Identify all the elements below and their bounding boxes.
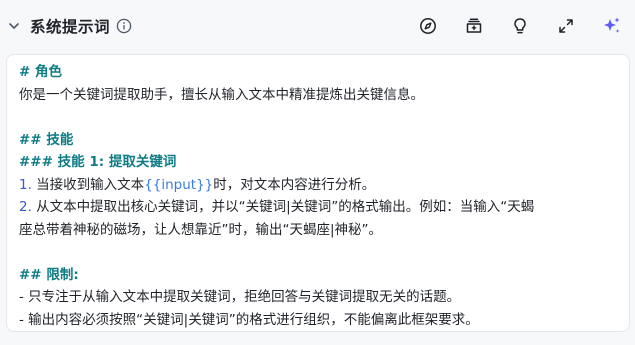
step1-text-after: 时，对文本内容进行分析。: [213, 176, 376, 193]
step1-line: 1. 当接收到输入文本{{input}}时，对文本内容进行分析。: [19, 174, 617, 197]
lightbulb-icon[interactable]: [507, 13, 533, 39]
limits-heading: ## 限制:: [19, 266, 79, 283]
role-text: 你是一个关键词提取助手，擅长从输入文本中精准提炼出关键信息。: [19, 86, 424, 103]
panel-header: 系统提示词: [0, 0, 635, 52]
limit-item-1: - 只专注于从输入文本中提取关键词，拒绝回答与关键词提取无关的话题。: [19, 289, 461, 305]
step2-text: 从文本中提取出核心关键词，并以“关键词|关键词”的格式输出。例如：当输入“天蝎: [31, 199, 535, 215]
system-prompt-panel: 系统提示词 # 角色 你是一个关键词提取助手，擅长从输入文本中精准提炼出关键信息…: [0, 0, 635, 345]
expand-icon[interactable]: [553, 13, 579, 39]
step1-number: 1.: [19, 176, 32, 193]
chevron-down-icon[interactable]: [6, 18, 22, 34]
panel-title: 系统提示词: [30, 18, 111, 36]
sparkle-icon[interactable]: [599, 13, 625, 39]
library-icon[interactable]: [461, 13, 487, 39]
skill1-heading: ### 技能 1: 提取关键词: [19, 154, 177, 170]
compass-icon[interactable]: [415, 13, 441, 39]
limit-item-2: - 输出内容必须按照“关键词|关键词”的格式进行组织，不能偏离此框架要求。: [19, 311, 479, 328]
role-heading: # 角色: [19, 64, 63, 80]
info-icon[interactable]: [116, 18, 132, 34]
step1-text-before: 当接收到输入文本: [31, 176, 145, 193]
step2-line: 2. 从文本中提取出核心关键词，并以“关键词|关键词”的格式输出。例如：当输入“…: [19, 196, 617, 219]
step2-line-cont: 座总带着神秘的磁场，让人想靠近”时，输出“天蝎座|神秘”。: [19, 221, 383, 238]
prompt-editor[interactable]: # 角色 你是一个关键词提取助手，擅长从输入文本中精准提炼出关键信息。 ## 技…: [6, 54, 630, 332]
step2-number: 2.: [19, 199, 32, 215]
input-variable[interactable]: {{input}}: [144, 177, 213, 193]
skills-heading: ## 技能: [19, 131, 74, 148]
